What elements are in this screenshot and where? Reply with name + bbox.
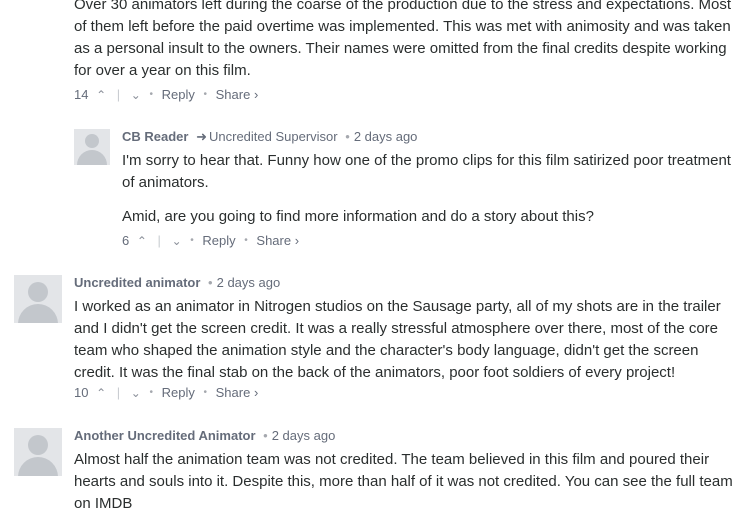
reply-to-name[interactable]: Uncredited Supervisor <box>209 129 338 144</box>
separator-dot: • <box>149 88 153 100</box>
comment-body: Almost half the animation team was not c… <box>74 451 733 512</box>
downvote-icon[interactable]: ⌄ <box>131 86 141 104</box>
author-name[interactable]: Uncredited animator <box>74 275 200 290</box>
reply-button[interactable]: Reply <box>162 384 195 402</box>
avatar[interactable] <box>14 428 62 476</box>
avatar-shoulders <box>18 457 58 476</box>
comment-4: Almost half the animation team was not c… <box>74 449 738 515</box>
comment-meta: Another Uncredited Animator • 2 days ago <box>74 427 335 445</box>
timestamp[interactable]: 2 days ago <box>217 275 281 290</box>
comment-actions: 6 ⌃ | ⌄ • Reply • Share › <box>122 231 299 249</box>
author-name[interactable]: CB Reader <box>122 129 188 144</box>
separator-dot: • <box>244 234 248 246</box>
separator-dot: • <box>190 234 194 246</box>
comment-meta: CB Reader ➜ Uncredited Supervisor • 2 days… <box>122 128 417 146</box>
reply-button[interactable]: Reply <box>202 232 235 250</box>
separator-dot: • <box>208 275 213 290</box>
comment-3: I worked as an animator in Nitrogen stud… <box>74 296 738 384</box>
comment-meta: Uncredited animator • 2 days ago <box>74 274 280 292</box>
avatar-shoulders <box>77 150 107 165</box>
downvote-icon[interactable]: ⌄ <box>172 232 182 250</box>
comment-body: I worked as an animator in Nitrogen stud… <box>74 298 721 381</box>
comment-2: I'm sorry to hear that. Funny how one of… <box>122 150 738 228</box>
divider: | <box>116 86 121 102</box>
comment-body-paragraph: I'm sorry to hear that. Funny how one of… <box>122 152 731 191</box>
downvote-icon[interactable]: ⌄ <box>131 384 141 402</box>
upvote-count: 6 <box>122 232 130 248</box>
upvote-icon[interactable]: ⌃ <box>137 232 147 250</box>
share-button[interactable]: Share › <box>216 86 259 104</box>
avatar-head <box>28 435 48 455</box>
reply-arrow-icon: ➜ <box>196 129 207 144</box>
separator-dot: • <box>263 428 268 443</box>
separator-dot: • <box>345 129 350 144</box>
avatar-head <box>85 134 99 148</box>
comment-body-paragraph: Amid, are you going to find more informa… <box>122 208 594 225</box>
avatar[interactable] <box>14 275 62 323</box>
share-button[interactable]: Share › <box>256 232 299 250</box>
share-button[interactable]: Share › <box>216 384 259 402</box>
avatar-shoulders <box>18 304 58 323</box>
upvote-icon[interactable]: ⌃ <box>96 86 106 104</box>
avatar[interactable] <box>74 129 110 165</box>
comment-actions: 14 ⌃ | ⌄ • Reply • Share › <box>74 85 258 103</box>
timestamp[interactable]: 2 days ago <box>272 428 336 443</box>
divider: | <box>157 232 161 248</box>
author-name[interactable]: Another Uncredited Animator <box>74 428 256 443</box>
upvote-icon[interactable]: ⌃ <box>96 384 106 402</box>
comment-1: Over 30 animators left during the coarse… <box>74 0 738 82</box>
separator-dot: • <box>149 386 153 398</box>
divider: | <box>116 384 121 400</box>
comment-actions: 10 ⌃ | ⌄ • Reply • Share › <box>74 383 258 401</box>
separator-dot: • <box>203 88 208 100</box>
comment-body: Over 30 animators left during the coarse… <box>74 0 732 79</box>
avatar-head <box>28 282 48 302</box>
upvote-count: 14 <box>74 86 89 102</box>
upvote-count: 10 <box>74 384 89 400</box>
reply-button[interactable]: Reply <box>162 86 195 104</box>
timestamp[interactable]: 2 days ago <box>354 129 418 144</box>
separator-dot: • <box>203 386 208 398</box>
